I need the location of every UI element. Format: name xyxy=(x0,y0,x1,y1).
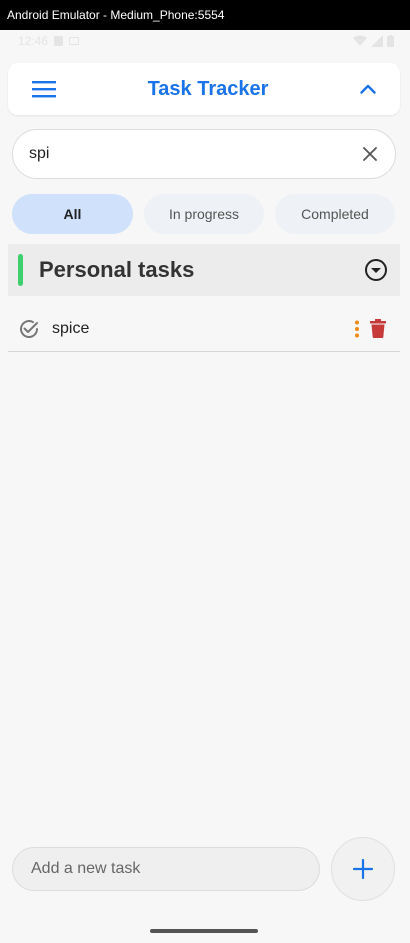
task-status-button[interactable] xyxy=(18,318,40,340)
filter-completed-chip[interactable]: Completed xyxy=(275,194,395,234)
task-delete-button[interactable] xyxy=(370,319,386,338)
app-bar: Task Tracker xyxy=(8,63,400,115)
app-title: Task Tracker xyxy=(147,77,269,100)
notification-icon xyxy=(69,37,80,45)
status-bar: 12:46 xyxy=(0,30,410,52)
plus-icon xyxy=(353,859,373,879)
filter-in-progress-label: In progress xyxy=(168,206,240,222)
check-circle-icon xyxy=(20,319,39,338)
new-task-bar xyxy=(12,847,320,891)
task-options-button[interactable] xyxy=(354,320,360,338)
group-accent-bar xyxy=(18,254,23,286)
task-text: spice xyxy=(52,319,90,337)
clear-search-button[interactable] xyxy=(363,147,377,161)
more-vert-icon xyxy=(355,320,359,337)
wifi-icon xyxy=(353,35,367,46)
emulator-title-bar: Android Emulator - Medium_Phone:5554 xyxy=(0,0,410,30)
chevron-up-icon xyxy=(360,84,376,94)
search-input[interactable] xyxy=(27,144,363,164)
sd-card-icon xyxy=(54,36,64,46)
filter-chips: All In progress Completed xyxy=(12,194,398,234)
battery-icon xyxy=(387,35,394,47)
signal-icon xyxy=(371,35,383,47)
search-bar xyxy=(12,129,396,179)
collapse-button[interactable] xyxy=(360,84,376,94)
hamburger-menu-icon xyxy=(32,81,56,98)
emulator-title: Android Emulator - Medium_Phone:5554 xyxy=(7,8,225,22)
filter-all-label: All xyxy=(63,206,82,222)
group-header[interactable]: Personal tasks xyxy=(8,244,400,296)
status-time: 12:46 xyxy=(18,34,49,48)
trash-icon xyxy=(370,319,386,338)
filter-all-chip[interactable]: All xyxy=(12,194,133,234)
menu-button[interactable] xyxy=(32,80,56,98)
home-indicator[interactable] xyxy=(150,929,258,933)
filter-completed-label: Completed xyxy=(301,206,369,222)
dropdown-circle-icon xyxy=(365,259,387,281)
task-row[interactable]: spice xyxy=(8,306,400,352)
filter-in-progress-chip[interactable]: In progress xyxy=(144,194,264,234)
close-icon xyxy=(363,147,377,161)
new-task-input[interactable] xyxy=(29,859,319,879)
group-title: Personal tasks xyxy=(39,257,195,282)
group-toggle-button[interactable] xyxy=(364,258,388,282)
add-task-button[interactable] xyxy=(331,837,395,901)
